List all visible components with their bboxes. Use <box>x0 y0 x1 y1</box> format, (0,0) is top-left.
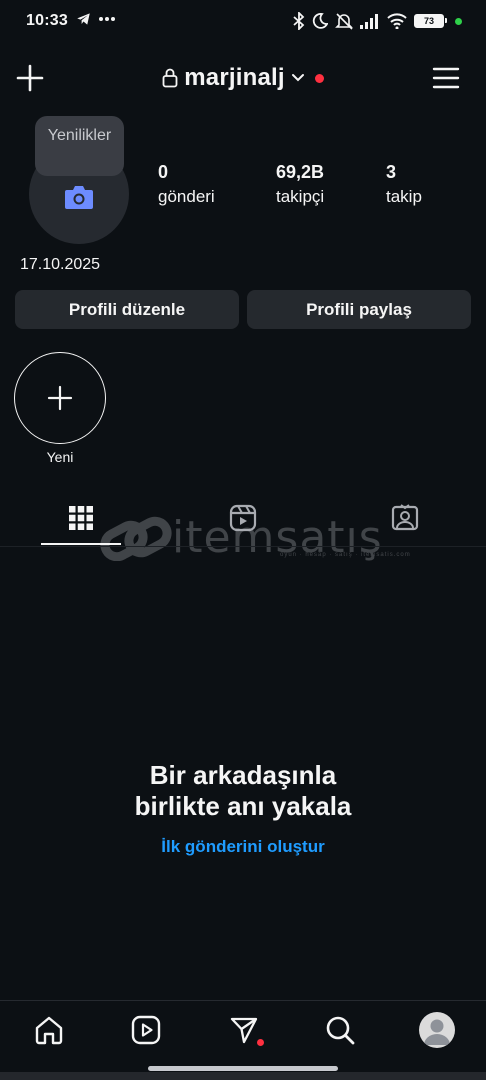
nav-home[interactable] <box>31 1012 67 1048</box>
status-time: 10:33 <box>26 12 68 29</box>
tab-reels[interactable] <box>225 500 261 536</box>
profile-date: 17.10.2025 <box>20 256 101 273</box>
username: marjinalj <box>184 64 285 91</box>
empty-state-title-line: Bir arkadaşınla <box>149 760 337 790</box>
telegram-icon <box>77 13 90 25</box>
empty-state-title: Bir arkadaşınla birlikte anı yakala <box>0 760 486 822</box>
reels-icon <box>229 504 257 532</box>
new-highlight-label: Yeni <box>46 449 74 465</box>
home-icon <box>35 1016 63 1045</box>
stat-value: 69,2B <box>276 162 325 182</box>
stat-label: takipçi <box>276 187 325 206</box>
tagged-icon <box>391 504 419 531</box>
notification-dot <box>314 73 324 83</box>
mute-icon <box>335 13 353 30</box>
home-indicator[interactable] <box>148 1066 338 1071</box>
stat-posts[interactable]: 0 gönderi <box>158 162 215 207</box>
system-nav-strip <box>0 1072 486 1080</box>
battery-level: 73 <box>423 16 434 26</box>
lock-icon <box>162 68 178 88</box>
tab-tagged[interactable] <box>387 500 423 536</box>
search-icon <box>326 1016 355 1045</box>
watermark-subtext: oyun · hesap · satış · itemsatis.com <box>280 552 411 558</box>
bottom-nav-divider <box>0 1000 486 1001</box>
menu-icon[interactable] <box>432 66 460 90</box>
default-avatar-icon <box>424 1019 450 1045</box>
nav-search[interactable] <box>322 1012 358 1048</box>
nav-profile[interactable] <box>419 1012 455 1048</box>
account-switcher[interactable]: marjinalj <box>0 64 486 92</box>
tab-posts-grid[interactable] <box>63 500 99 536</box>
more-dots-icon <box>99 17 115 21</box>
profile-note[interactable]: Yenilikler <box>35 116 124 176</box>
privacy-indicator <box>455 17 462 25</box>
stat-following[interactable]: 3 takip <box>386 162 422 207</box>
wifi-icon <box>387 13 407 29</box>
reels-icon <box>131 1015 161 1045</box>
watermark-logo-icon <box>100 516 172 561</box>
stat-label: takip <box>386 187 422 206</box>
bluetooth-icon <box>293 12 305 30</box>
profile-header: marjinalj <box>0 52 486 104</box>
empty-state-title-line: birlikte anı yakala <box>134 791 352 821</box>
new-highlight-button[interactable] <box>14 352 106 444</box>
stat-value: 0 <box>158 162 169 182</box>
moon-icon <box>312 13 328 29</box>
profile-avatar <box>419 1012 455 1048</box>
active-tab-indicator <box>41 543 121 545</box>
grid-icon <box>69 506 93 530</box>
tabs-divider <box>0 546 486 547</box>
battery-icon: 73 <box>414 14 447 28</box>
create-first-post-link[interactable]: İlk gönderini oluştur <box>0 837 486 857</box>
share-profile-button[interactable]: Profili paylaş <box>247 290 471 329</box>
nav-reels[interactable] <box>128 1012 164 1048</box>
stat-value: 3 <box>386 162 397 182</box>
direct-icon <box>230 1017 258 1044</box>
signal-icon <box>360 14 378 29</box>
status-bar: 10:33 73 <box>0 0 486 44</box>
direct-notification-dot <box>257 1039 264 1046</box>
plus-icon <box>47 385 73 411</box>
chevron-down-icon <box>291 74 304 82</box>
nav-direct[interactable] <box>226 1012 264 1048</box>
camera-icon <box>65 186 93 209</box>
stat-followers[interactable]: 69,2B takipçi <box>276 162 324 207</box>
edit-profile-button[interactable]: Profili düzenle <box>15 290 239 329</box>
stat-label: gönderi <box>158 187 215 206</box>
